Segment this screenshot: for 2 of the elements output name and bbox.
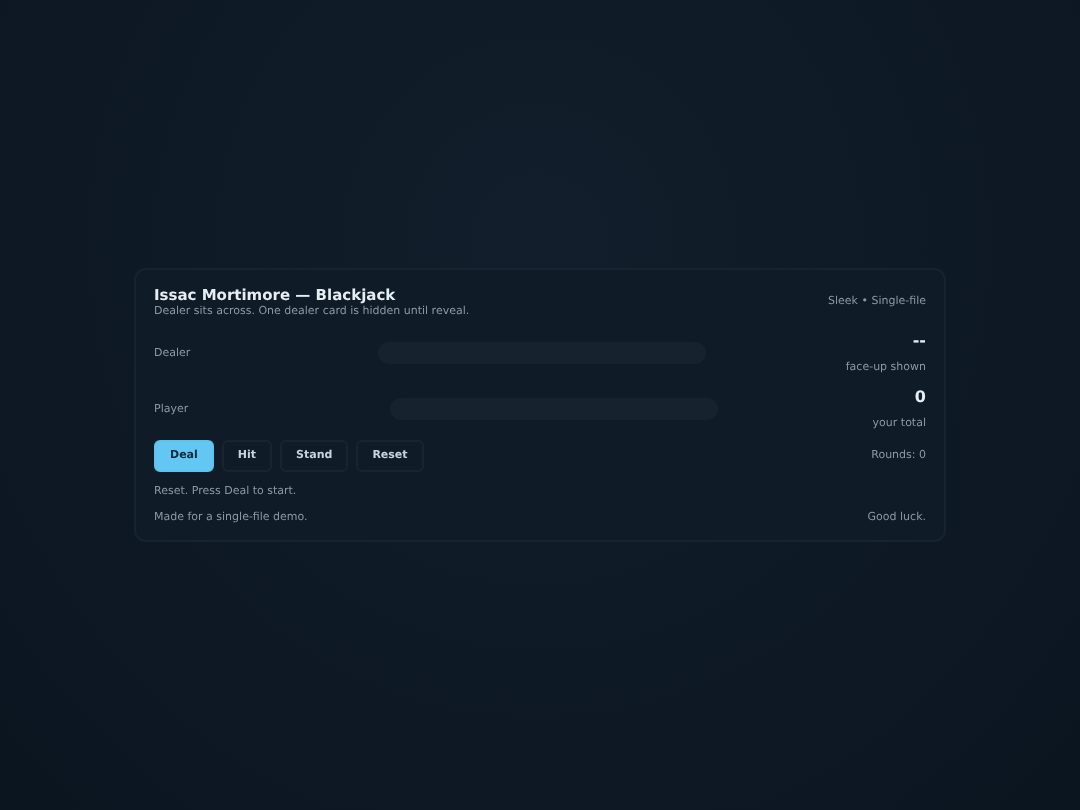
hand-score: -- — [912, 332, 926, 350]
hand-score: 0 — [914, 388, 926, 406]
